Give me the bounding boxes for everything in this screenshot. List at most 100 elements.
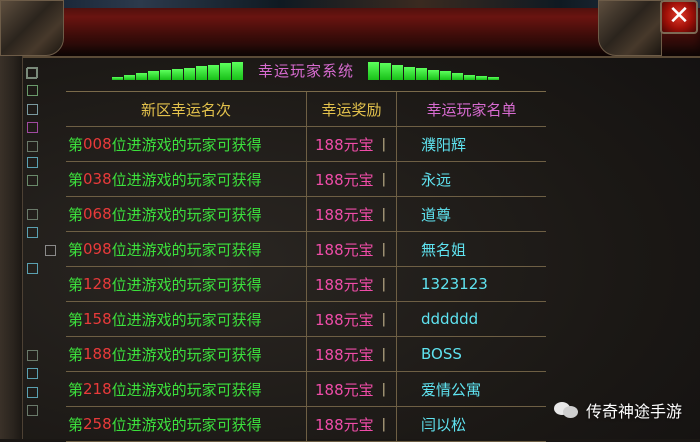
- reward-value: 188元宝: [315, 380, 374, 399]
- player-name: dddddd: [421, 310, 479, 328]
- rank-number: 068: [83, 205, 112, 223]
- player-name: 爱情公寓: [421, 380, 482, 399]
- checkbox[interactable]: [27, 387, 38, 398]
- table-row: 第 188 位进游戏的玩家可获得 188元宝 | BOSS: [66, 337, 546, 372]
- rank-prefix: 第: [68, 380, 84, 399]
- player-name: 闫以松: [421, 415, 467, 434]
- checkbox[interactable]: [27, 122, 38, 133]
- checkbox[interactable]: [27, 157, 38, 168]
- checkbox[interactable]: [45, 245, 56, 256]
- checkbox[interactable]: [27, 263, 38, 274]
- rank-cell: 第 218 位进游戏的玩家可获得: [66, 372, 306, 406]
- table-row: 第 098 位进游戏的玩家可获得 188元宝 | 無名姐: [66, 232, 546, 267]
- rank-suffix: 位进游戏的玩家可获得: [111, 310, 262, 329]
- rank-prefix: 第: [68, 170, 84, 189]
- reward-value: 188元宝: [315, 310, 374, 329]
- reward-cell: 188元宝 |: [306, 197, 396, 231]
- checkbox[interactable]: [27, 350, 38, 361]
- rank-prefix: 第: [68, 135, 84, 154]
- divider: |: [381, 381, 387, 397]
- checkbox[interactable]: [27, 104, 38, 115]
- table-row: 第 258 位进游戏的玩家可获得 188元宝 | 闫以松: [66, 407, 546, 442]
- reward-value: 188元宝: [315, 415, 374, 434]
- panel-title: 幸运玩家系统: [257, 62, 354, 80]
- rank-number: 188: [83, 345, 112, 363]
- player-name: 永远: [421, 170, 452, 189]
- player-cell: 永远: [396, 162, 546, 196]
- checkbox[interactable]: [27, 85, 38, 96]
- equalizer-right-icon: [368, 60, 499, 80]
- left-rail: [0, 56, 37, 439]
- checkbox[interactable]: [27, 209, 38, 220]
- reward-value: 188元宝: [315, 135, 374, 154]
- rank-suffix: 位进游戏的玩家可获得: [111, 345, 262, 364]
- table-header-row: 新区幸运名次 幸运奖励 幸运玩家名单: [66, 92, 546, 127]
- column-header-reward: 幸运奖励: [306, 92, 396, 126]
- divider: |: [381, 136, 387, 152]
- checkbox[interactable]: [27, 141, 38, 152]
- table-row: 第 218 位进游戏的玩家可获得 188元宝 | 爱情公寓: [66, 372, 546, 407]
- rank-number: 098: [83, 240, 112, 258]
- game-panel: ✕ 幸运玩家系统 新区幸运名次 幸运奖励 幸运玩家名单 第 008 位进游戏的玩…: [0, 0, 700, 442]
- divider: |: [381, 171, 387, 187]
- watermark: 传奇神途手游: [553, 399, 682, 421]
- lucky-player-table: 新区幸运名次 幸运奖励 幸运玩家名单 第 008 位进游戏的玩家可获得 188元宝 | 濮…: [66, 91, 546, 442]
- rank-suffix: 位进游戏的玩家可获得: [111, 205, 262, 224]
- table-row: 第 158 位进游戏的玩家可获得 188元宝 | dddddd: [66, 302, 546, 337]
- divider: |: [381, 241, 387, 257]
- rank-prefix: 第: [68, 275, 84, 294]
- rank-suffix: 位进游戏的玩家可获得: [111, 380, 262, 399]
- reward-value: 188元宝: [315, 205, 374, 224]
- player-cell: 道尊: [396, 197, 546, 231]
- divider: |: [381, 311, 387, 327]
- column-header-rank: 新区幸运名次: [140, 100, 231, 119]
- checkbox[interactable]: [27, 67, 38, 78]
- player-cell: 濮阳辉: [396, 127, 546, 161]
- reward-cell: 188元宝 |: [306, 302, 396, 336]
- table-row: 第 008 位进游戏的玩家可获得 188元宝 | 濮阳辉: [66, 127, 546, 162]
- rank-suffix: 位进游戏的玩家可获得: [111, 275, 262, 294]
- player-cell: 無名姐: [396, 232, 546, 266]
- rank-number: 158: [83, 310, 112, 328]
- player-cell: 爱情公寓: [396, 372, 546, 406]
- reward-cell: 188元宝 |: [306, 372, 396, 406]
- player-name: 1323123: [421, 275, 488, 293]
- checkbox[interactable]: [27, 405, 38, 416]
- panel-heading: 幸运玩家系统: [112, 59, 499, 83]
- table-row: 第 038 位进游戏的玩家可获得 188元宝 | 永远: [66, 162, 546, 197]
- divider: |: [381, 416, 387, 432]
- rank-cell: 第 188 位进游戏的玩家可获得: [66, 337, 306, 371]
- divider: |: [381, 346, 387, 362]
- reward-value: 188元宝: [315, 275, 374, 294]
- reward-value: 188元宝: [315, 345, 374, 364]
- wechat-icon: [553, 400, 580, 420]
- rank-cell: 第 258 位进游戏的玩家可获得: [66, 407, 306, 441]
- player-cell: 闫以松: [396, 407, 546, 441]
- equalizer-left-icon: [112, 60, 244, 80]
- player-name: 道尊: [421, 205, 452, 224]
- rank-suffix: 位进游戏的玩家可获得: [111, 240, 262, 259]
- rank-prefix: 第: [68, 205, 84, 224]
- ornament-left: [0, 0, 64, 56]
- player-name: 濮阳辉: [421, 135, 467, 154]
- ornament-right: [598, 0, 662, 56]
- reward-cell: 188元宝 |: [306, 232, 396, 266]
- title-bar-strip: [0, 0, 700, 8]
- title-bar: ✕: [0, 0, 700, 58]
- rank-number: 128: [83, 275, 112, 293]
- column-header-player: 幸运玩家名单: [396, 92, 546, 126]
- checkbox[interactable]: [27, 368, 38, 379]
- checkbox[interactable]: [27, 175, 38, 186]
- player-cell: dddddd: [396, 302, 546, 336]
- divider: |: [381, 276, 387, 292]
- reward-cell: 188元宝 |: [306, 127, 396, 161]
- close-button[interactable]: ✕: [660, 0, 698, 34]
- player-cell: 1323123: [396, 267, 546, 301]
- table-row: 第 128 位进游戏的玩家可获得 188元宝 | 1323123: [66, 267, 546, 302]
- checkbox[interactable]: [27, 227, 38, 238]
- watermark-text: 传奇神途手游: [585, 402, 682, 421]
- reward-value: 188元宝: [315, 170, 374, 189]
- rank-prefix: 第: [68, 345, 84, 364]
- rank-prefix: 第: [68, 310, 84, 329]
- reward-cell: 188元宝 |: [306, 162, 396, 196]
